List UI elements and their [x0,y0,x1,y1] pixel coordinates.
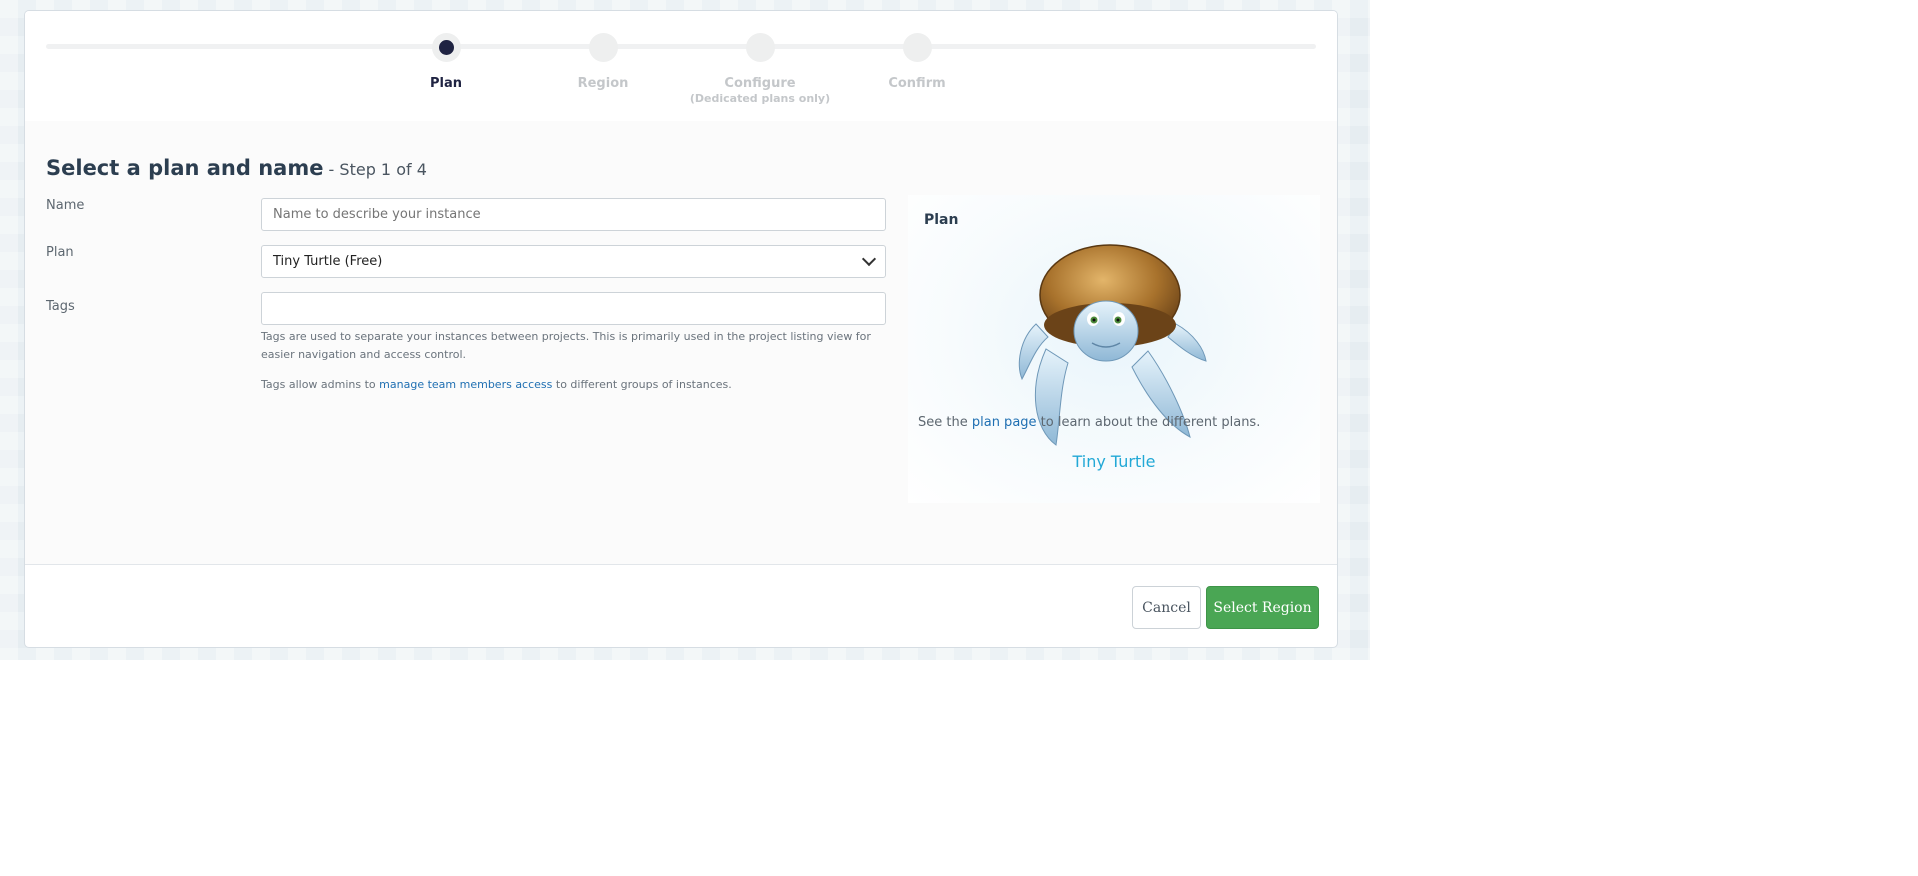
step-configure-dot [745,33,775,62]
step-region-label: Region [577,76,629,91]
page-title: Select a plan and name - Step 1 of 4 [46,156,427,180]
plan-select[interactable]: Tiny Turtle (Free) [261,245,886,278]
plan-preview-panel: Plan Tiny Turtle [908,195,1320,503]
wizard-body: Select a plan and name - Step 1 of 4 Nam… [25,121,1337,565]
wizard-stepper: Plan Region Configure (Dedicated plans o… [25,11,1337,122]
plan-panel-title: Plan [924,212,959,228]
tags-input[interactable] [261,292,886,325]
page-title-text: Select a plan and name [46,156,324,180]
tags-help-text: Tags are used to separate your instances… [261,330,871,361]
plan-name: Tiny Turtle [1072,452,1156,471]
plan-label: Plan [46,245,74,260]
step-indicator: - Step 1 of 4 [323,160,427,179]
step-confirm-dot [902,33,932,62]
plan-page-link[interactable]: plan page [972,415,1037,430]
step-configure[interactable]: Configure (Dedicated plans only) [680,33,840,105]
chevron-down-icon [861,251,877,267]
step-region-dot [588,33,618,62]
step-confirm-label: Confirm [888,76,946,91]
manage-team-access-link[interactable]: manage team members access [379,378,552,391]
tags-label: Tags [46,299,75,314]
tags-access-help-prefix: Tags allow admins to [261,378,380,391]
cancel-button[interactable]: Cancel [1132,586,1201,629]
step-plan-label: Plan [429,76,462,91]
step-confirm[interactable]: Confirm [837,33,997,91]
step-region[interactable]: Region [523,33,683,91]
create-instance-dialog: Plan Region Configure (Dedicated plans o… [24,10,1338,648]
tags-access-help: Tags allow admins to manage team members… [261,376,886,394]
tags-access-help-suffix: to different groups of instances. [552,378,732,391]
plan-note-prefix: See the [918,415,972,430]
step-configure-label: Configure [724,76,796,91]
plan-note-suffix: to learn about the different plans. [1036,415,1261,430]
plan-select-value: Tiny Turtle (Free) [273,254,383,269]
select-region-button[interactable]: Select Region [1206,586,1319,629]
step-plan-dot [431,33,461,62]
plan-page-note: See the plan page to learn about the dif… [918,415,1260,430]
step-configure-sublabel: (Dedicated plans only) [689,92,831,105]
step-plan[interactable]: Plan [366,33,526,91]
name-input[interactable] [261,198,886,231]
name-label: Name [46,198,85,213]
